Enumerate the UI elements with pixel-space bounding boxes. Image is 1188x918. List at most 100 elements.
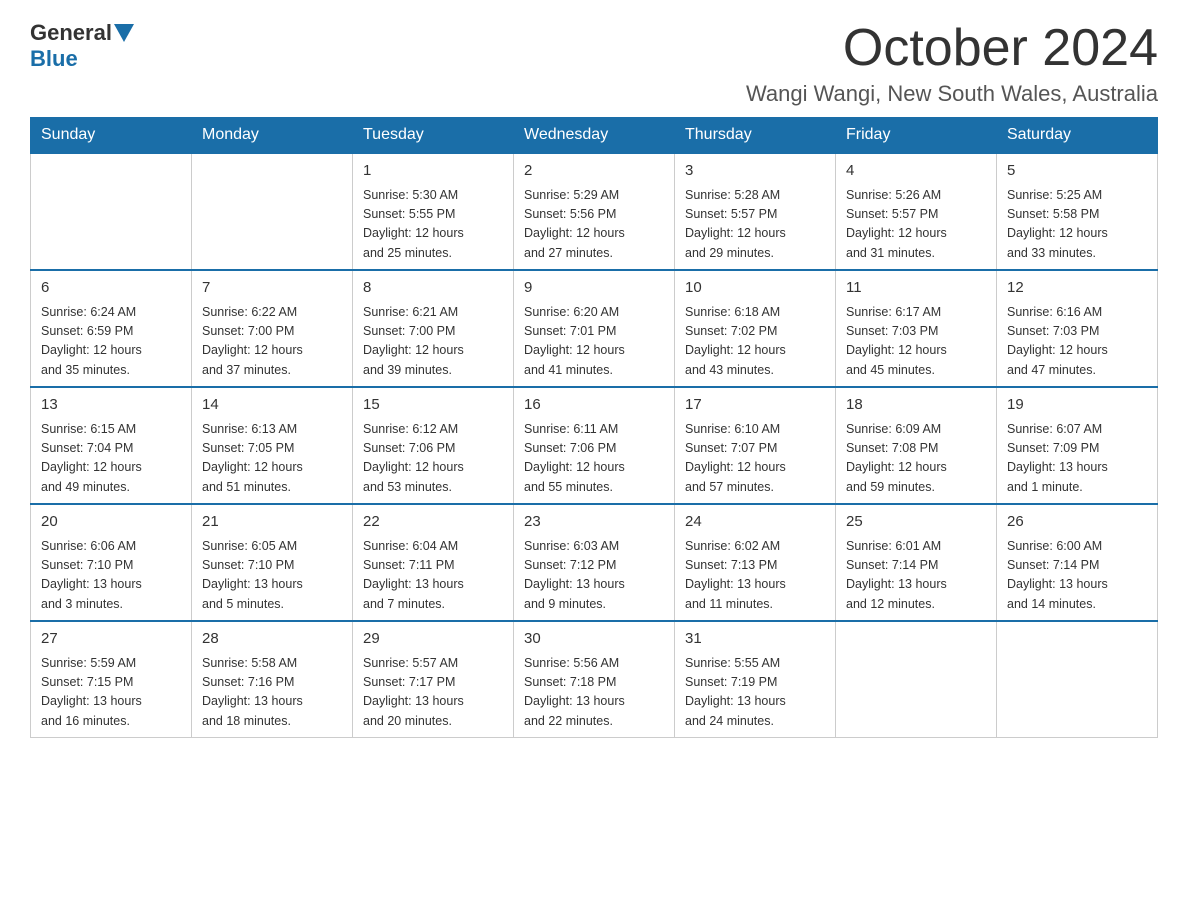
day-info: Sunrise: 5:28 AM Sunset: 5:57 PM Dayligh… <box>685 186 825 264</box>
calendar-day-cell: 15 Sunrise: 6:12 AM Sunset: 7:06 PM Dayli… <box>353 387 514 504</box>
day-info: Sunrise: 6:10 AM Sunset: 7:07 PM Dayligh… <box>685 420 825 498</box>
day-info: Sunrise: 6:16 AM Sunset: 7:03 PM Dayligh… <box>1007 303 1147 381</box>
calendar-empty-cell <box>31 153 192 270</box>
day-number: 6 <box>41 277 181 300</box>
day-number: 21 <box>202 511 342 534</box>
calendar-day-cell: 10 Sunrise: 6:18 AM Sunset: 7:02 PM Dayli… <box>675 270 836 387</box>
day-info: Sunrise: 5:55 AM Sunset: 7:19 PM Dayligh… <box>685 654 825 732</box>
calendar-day-cell: 3Sunrise: 5:28 AM Sunset: 5:57 PM Daylig… <box>675 153 836 270</box>
title-area: October 2024 Wangi Wangi, New South Wale… <box>746 20 1158 107</box>
calendar-week-row: 6 Sunrise: 6:24 AM Sunset: 6:59 PM Daylig… <box>31 270 1158 387</box>
calendar-day-header: Monday <box>192 118 353 154</box>
day-info: Sunrise: 6:02 AM Sunset: 7:13 PM Dayligh… <box>685 537 825 615</box>
day-info: Sunrise: 6:13 AM Sunset: 7:05 PM Dayligh… <box>202 420 342 498</box>
day-info: Sunrise: 6:18 AM Sunset: 7:02 PM Dayligh… <box>685 303 825 381</box>
day-number: 11 <box>846 277 986 300</box>
day-info: Sunrise: 6:12 AM Sunset: 7:06 PM Dayligh… <box>363 420 503 498</box>
calendar-day-header: Tuesday <box>353 118 514 154</box>
day-number: 10 <box>685 277 825 300</box>
calendar-day-cell: 8 Sunrise: 6:21 AM Sunset: 7:00 PM Daylig… <box>353 270 514 387</box>
calendar-week-row: 13 Sunrise: 6:15 AM Sunset: 7:04 PM Dayli… <box>31 387 1158 504</box>
day-number: 26 <box>1007 511 1147 534</box>
calendar-day-cell: 27 Sunrise: 5:59 AM Sunset: 7:15 PM Dayli… <box>31 621 192 738</box>
logo-general-text: General <box>30 20 112 46</box>
day-number: 25 <box>846 511 986 534</box>
day-number: 27 <box>41 628 181 651</box>
calendar-day-cell: 2Sunrise: 5:29 AM Sunset: 5:56 PM Daylig… <box>514 153 675 270</box>
calendar-day-cell: 12 Sunrise: 6:16 AM Sunset: 7:03 PM Dayli… <box>997 270 1158 387</box>
day-info: Sunrise: 5:30 AM Sunset: 5:55 PM Dayligh… <box>363 186 503 264</box>
calendar-day-header: Thursday <box>675 118 836 154</box>
day-number: 8 <box>363 277 503 300</box>
day-number: 18 <box>846 394 986 417</box>
day-info: Sunrise: 5:59 AM Sunset: 7:15 PM Dayligh… <box>41 654 181 732</box>
day-info: Sunrise: 6:22 AM Sunset: 7:00 PM Dayligh… <box>202 303 342 381</box>
calendar-day-cell: 13 Sunrise: 6:15 AM Sunset: 7:04 PM Dayli… <box>31 387 192 504</box>
calendar-empty-cell <box>192 153 353 270</box>
calendar-day-cell: 7 Sunrise: 6:22 AM Sunset: 7:00 PM Daylig… <box>192 270 353 387</box>
day-info: Sunrise: 6:00 AM Sunset: 7:14 PM Dayligh… <box>1007 537 1147 615</box>
calendar-day-cell: 19Sunrise: 6:07 AM Sunset: 7:09 PM Dayli… <box>997 387 1158 504</box>
day-info: Sunrise: 6:01 AM Sunset: 7:14 PM Dayligh… <box>846 537 986 615</box>
logo: General Blue <box>30 20 134 72</box>
day-number: 20 <box>41 511 181 534</box>
day-info: Sunrise: 5:56 AM Sunset: 7:18 PM Dayligh… <box>524 654 664 732</box>
calendar-day-cell: 26 Sunrise: 6:00 AM Sunset: 7:14 PM Dayli… <box>997 504 1158 621</box>
day-info: Sunrise: 6:20 AM Sunset: 7:01 PM Dayligh… <box>524 303 664 381</box>
calendar-day-cell: 21 Sunrise: 6:05 AM Sunset: 7:10 PM Dayli… <box>192 504 353 621</box>
calendar-day-header: Saturday <box>997 118 1158 154</box>
day-info: Sunrise: 6:03 AM Sunset: 7:12 PM Dayligh… <box>524 537 664 615</box>
day-number: 4 <box>846 160 986 183</box>
day-number: 1 <box>363 160 503 183</box>
day-number: 9 <box>524 277 664 300</box>
calendar-week-row: 20Sunrise: 6:06 AM Sunset: 7:10 PM Dayli… <box>31 504 1158 621</box>
day-info: Sunrise: 6:21 AM Sunset: 7:00 PM Dayligh… <box>363 303 503 381</box>
calendar-day-cell: 14 Sunrise: 6:13 AM Sunset: 7:05 PM Dayli… <box>192 387 353 504</box>
calendar-title: October 2024 <box>746 20 1158 77</box>
day-info: Sunrise: 6:24 AM Sunset: 6:59 PM Dayligh… <box>41 303 181 381</box>
day-number: 13 <box>41 394 181 417</box>
day-number: 14 <box>202 394 342 417</box>
day-number: 22 <box>363 511 503 534</box>
calendar-subtitle: Wangi Wangi, New South Wales, Australia <box>746 81 1158 107</box>
day-info: Sunrise: 5:57 AM Sunset: 7:17 PM Dayligh… <box>363 654 503 732</box>
calendar-day-header: Sunday <box>31 118 192 154</box>
calendar-day-cell: 24 Sunrise: 6:02 AM Sunset: 7:13 PM Dayli… <box>675 504 836 621</box>
day-info: Sunrise: 6:09 AM Sunset: 7:08 PM Dayligh… <box>846 420 986 498</box>
day-info: Sunrise: 6:04 AM Sunset: 7:11 PM Dayligh… <box>363 537 503 615</box>
day-number: 15 <box>363 394 503 417</box>
day-info: Sunrise: 5:26 AM Sunset: 5:57 PM Dayligh… <box>846 186 986 264</box>
day-info: Sunrise: 6:15 AM Sunset: 7:04 PM Dayligh… <box>41 420 181 498</box>
day-info: Sunrise: 6:05 AM Sunset: 7:10 PM Dayligh… <box>202 537 342 615</box>
calendar-day-cell: 23 Sunrise: 6:03 AM Sunset: 7:12 PM Dayli… <box>514 504 675 621</box>
day-info: Sunrise: 6:11 AM Sunset: 7:06 PM Dayligh… <box>524 420 664 498</box>
calendar-day-cell: 28Sunrise: 5:58 AM Sunset: 7:16 PM Dayli… <box>192 621 353 738</box>
calendar-day-cell: 9 Sunrise: 6:20 AM Sunset: 7:01 PM Daylig… <box>514 270 675 387</box>
calendar-week-row: 1 Sunrise: 5:30 AM Sunset: 5:55 PM Daylig… <box>31 153 1158 270</box>
calendar-day-cell: 30Sunrise: 5:56 AM Sunset: 7:18 PM Dayli… <box>514 621 675 738</box>
logo-blue-text: Blue <box>30 46 78 71</box>
day-number: 29 <box>363 628 503 651</box>
logo-triangle-icon <box>114 24 134 44</box>
calendar-day-cell: 4 Sunrise: 5:26 AM Sunset: 5:57 PM Daylig… <box>836 153 997 270</box>
day-info: Sunrise: 5:25 AM Sunset: 5:58 PM Dayligh… <box>1007 186 1147 264</box>
header: General Blue October 2024 Wangi Wangi, N… <box>30 20 1158 107</box>
day-number: 24 <box>685 511 825 534</box>
day-number: 17 <box>685 394 825 417</box>
day-number: 12 <box>1007 277 1147 300</box>
calendar-day-cell: 20Sunrise: 6:06 AM Sunset: 7:10 PM Dayli… <box>31 504 192 621</box>
day-info: Sunrise: 6:07 AM Sunset: 7:09 PM Dayligh… <box>1007 420 1147 498</box>
calendar-day-cell: 1 Sunrise: 5:30 AM Sunset: 5:55 PM Daylig… <box>353 153 514 270</box>
day-number: 23 <box>524 511 664 534</box>
calendar-empty-cell <box>997 621 1158 738</box>
calendar-day-cell: 17 Sunrise: 6:10 AM Sunset: 7:07 PM Dayli… <box>675 387 836 504</box>
calendar-day-cell: 6 Sunrise: 6:24 AM Sunset: 6:59 PM Daylig… <box>31 270 192 387</box>
calendar-day-cell: 16Sunrise: 6:11 AM Sunset: 7:06 PM Dayli… <box>514 387 675 504</box>
calendar-day-cell: 18 Sunrise: 6:09 AM Sunset: 7:08 PM Dayli… <box>836 387 997 504</box>
calendar-table: SundayMondayTuesdayWednesdayThursdayFrid… <box>30 117 1158 738</box>
calendar-day-cell: 31Sunrise: 5:55 AM Sunset: 7:19 PM Dayli… <box>675 621 836 738</box>
day-number: 5 <box>1007 160 1147 183</box>
calendar-empty-cell <box>836 621 997 738</box>
calendar-day-cell: 29 Sunrise: 5:57 AM Sunset: 7:17 PM Dayli… <box>353 621 514 738</box>
day-number: 7 <box>202 277 342 300</box>
